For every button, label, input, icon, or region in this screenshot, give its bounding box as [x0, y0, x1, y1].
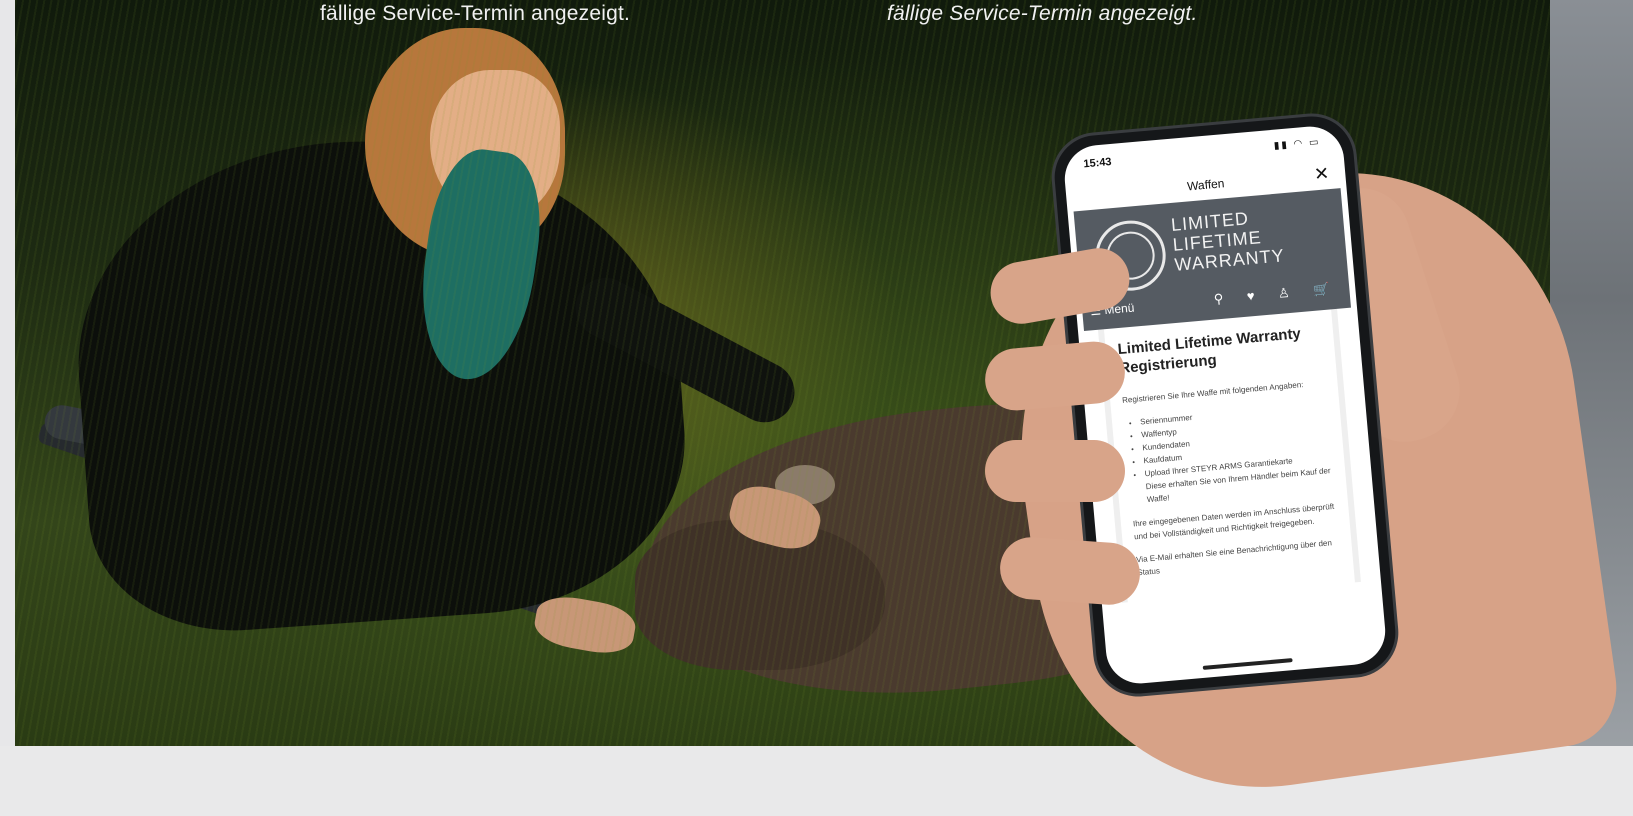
hunter-arm: [564, 267, 806, 433]
finger-3: [985, 440, 1125, 502]
hunter-body: [63, 119, 697, 641]
deer-ear: [775, 465, 835, 505]
hunter-hand-left: [531, 591, 639, 659]
close-icon[interactable]: ✕: [1313, 163, 1330, 185]
rifle: [36, 420, 564, 621]
green-scarf: [409, 143, 551, 387]
rifle-scope: [41, 402, 304, 486]
left-margin-strip: [0, 0, 15, 746]
caption-left: fällige Service-Termin angezeigt.: [320, 2, 631, 25]
hunter-hand-right: [724, 479, 826, 556]
search-wishlist-account-cart-icons[interactable]: ⚲ ♥ ♙ 🛒: [1213, 281, 1340, 308]
status-time: 15:43: [1082, 155, 1113, 171]
hunter-hair: [365, 28, 565, 258]
outro-text-1: Ihre eingegebenen Daten werden im Anschl…: [1132, 501, 1335, 542]
outro-text-2: Via E-Mail erhalten Sie eine Benachricht…: [1135, 538, 1333, 578]
caption-right: fällige Service-Termin angezeigt.: [887, 2, 1198, 25]
hunter-face: [430, 70, 560, 220]
smartphone: 15:43 ▮▮ ◠ ▭ Waffen ✕ LIMITED LIFETIME W…: [1051, 112, 1399, 698]
requirements-list: Seriennummer Waffentyp Kundendaten Kaufd…: [1124, 399, 1335, 507]
deer-head: [635, 520, 885, 670]
home-indicator[interactable]: [1202, 658, 1293, 670]
page-content: Limited Lifetime Warranty Registrierung …: [1097, 308, 1361, 603]
finger-4: [998, 535, 1142, 607]
signal-wifi-battery-icon: ▮▮ ◠ ▭: [1273, 136, 1321, 152]
page-title: Limited Lifetime Warranty Registrierung: [1117, 325, 1302, 378]
brand-title: LIMITED LIFETIME WARRANTY: [1170, 205, 1285, 275]
